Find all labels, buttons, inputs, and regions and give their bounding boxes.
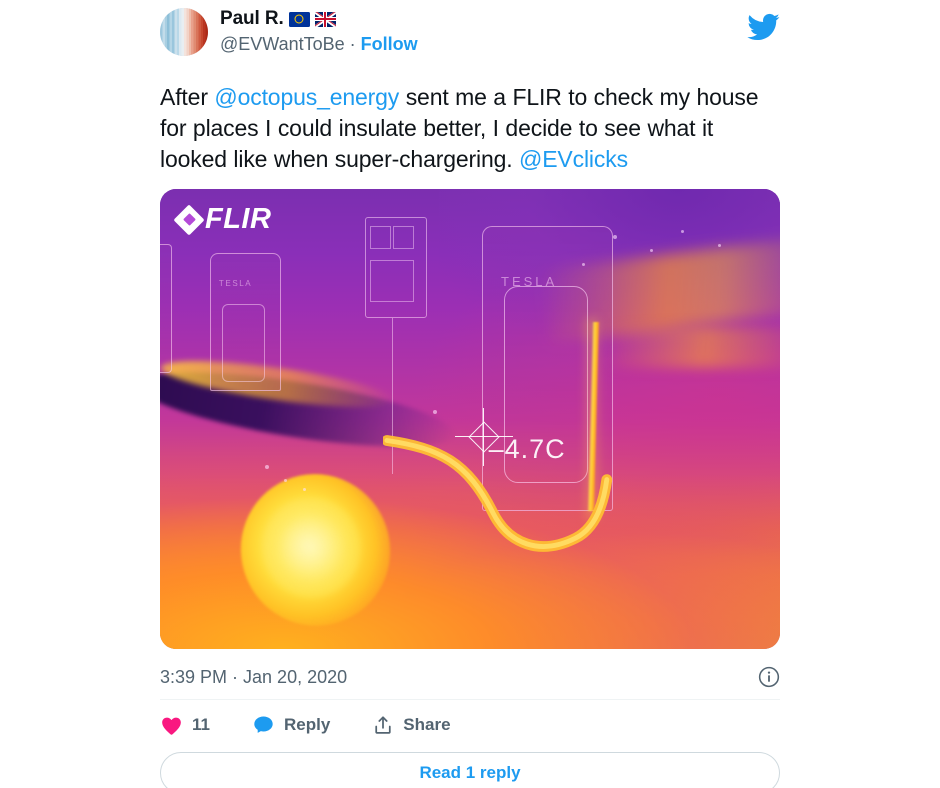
embedded-tweet-card: Paul R. @EVWantToBe · Follow After @octo… [0,0,940,788]
author-name-row: Paul R. [220,7,418,31]
thermal-speck [432,409,437,414]
author-handle-row: @EVWantToBe · Follow [220,33,418,56]
thermal-speck [649,248,653,252]
eu-stars [294,14,304,24]
share-upload-icon [375,716,391,734]
thermal-speck [612,235,617,239]
mention-octopus-energy[interactable]: @octopus_energy [214,84,399,110]
like-action[interactable]: 11 [160,714,210,737]
tweet-header: Paul R. @EVWantToBe · Follow [160,6,780,68]
author-handle: @EVWantToBe [220,34,345,54]
follow-button[interactable]: Follow [361,33,418,56]
thermal-speck [581,262,585,266]
flir-logo: FLIR [173,203,272,236]
thermal-speck [302,488,306,491]
info-circle-icon[interactable] [758,666,780,688]
tesla-wordmark-main: TESLA [501,274,558,290]
like-count: 11 [192,715,210,734]
temperature-reading: –4.7C [488,433,566,464]
twitter-bird-icon[interactable] [746,10,780,44]
avatar[interactable] [160,8,208,56]
author-info: Paul R. @EVWantToBe · Follow [220,6,418,56]
tesla-wordmark-far: TESLA [218,278,253,288]
mention-evclicks[interactable]: @EVclicks [519,146,628,172]
kiosk-panel-3 [369,260,415,302]
read-replies-label: Read 1 reply [419,763,521,782]
tweet-meta-row: 3:39 PM · Jan 20, 2020 [160,655,780,699]
eu-flag-icon [288,11,310,27]
speech-bubble-icon [254,715,273,733]
thermal-warm-streak-2 [606,327,780,369]
separator-dot: · [349,34,356,54]
charger-edge-structure [160,244,173,373]
kiosk-panel-1 [369,225,391,249]
heart-icon [162,717,181,735]
uk-flag-icon [314,11,336,27]
warming-stripes-graphic [160,8,208,56]
tweet-timestamp: 3:39 PM · Jan 20, 2020 [160,666,348,687]
reply-action[interactable]: Reply [252,714,330,737]
share-label: Share [403,715,451,734]
tweet-text: After @octopus_energy sent me a FLIR to … [160,82,780,175]
thermal-image-media[interactable]: TESLA TESLA –4.7C FLIR [160,189,780,649]
tweet-text-part-1: After [160,84,215,110]
flir-diamond-icon [173,203,205,236]
display-name: Paul R. [220,8,284,30]
thermal-speck [284,478,287,482]
supercharger-far-panel [222,304,266,383]
kiosk-panel-2 [393,225,415,249]
uk-cross-v-red [324,11,327,27]
share-action[interactable]: Share [372,714,451,736]
read-replies-button[interactable]: Read 1 reply [160,752,780,788]
tweet-actions-row: 11 Reply Share [160,700,780,750]
flir-wordmark: FLIR [205,203,272,235]
reply-label: Reply [283,715,331,734]
